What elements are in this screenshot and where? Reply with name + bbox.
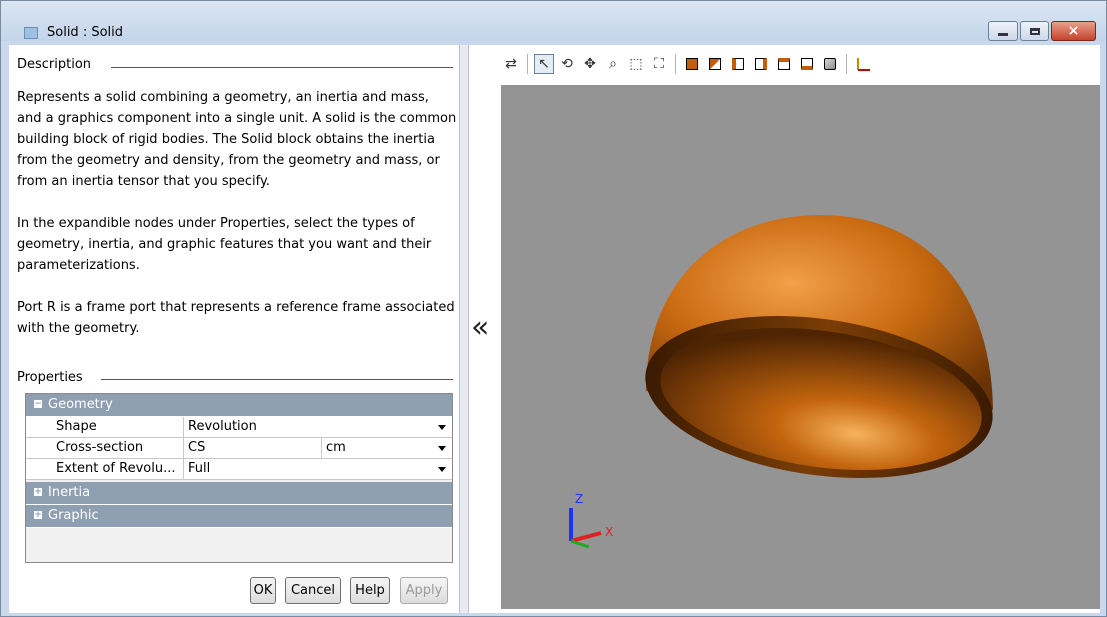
fit-to-view-icon[interactable]: ⛶: [649, 54, 669, 74]
property-name: Extent of Revolu...: [26, 459, 184, 479]
rotate-icon[interactable]: ⟲: [557, 54, 577, 74]
description-paragraph: Port R is a frame port that represents a…: [17, 300, 455, 336]
y-axis: [570, 539, 590, 549]
window-icon: [24, 27, 38, 39]
cross-section-field[interactable]: CS cm: [184, 438, 452, 458]
minimize-button[interactable]: [988, 21, 1018, 41]
close-icon: ×: [1067, 23, 1080, 39]
properties-tree: − Geometry Shape Revolution Cross-section…: [25, 393, 453, 563]
expand-icon[interactable]: +: [34, 487, 42, 496]
solid-dialog-window: Solid : Solid × Description Represents a…: [0, 0, 1107, 617]
zoom-icon[interactable]: ⌕: [603, 54, 623, 74]
minimize-icon: [998, 32, 1008, 36]
property-row-shape: Shape Revolution: [26, 417, 452, 438]
ok-button[interactable]: OK: [250, 577, 276, 604]
left-view-icon[interactable]: [728, 54, 748, 74]
description-group-label: Description: [17, 57, 96, 72]
isometric-view-icon[interactable]: [820, 54, 840, 74]
maximize-icon: [1029, 27, 1040, 35]
cancel-button[interactable]: Cancel: [285, 577, 341, 604]
property-value[interactable]: CS: [188, 438, 321, 458]
description-text: Represents a solid combining a geometry,…: [17, 87, 457, 360]
swap-icon[interactable]: ⇄: [501, 54, 521, 74]
top-view-icon[interactable]: [774, 54, 794, 74]
toolbar-separator: [675, 54, 676, 74]
graphic-label: Graphic: [48, 508, 99, 523]
axes-triad-icon[interactable]: [853, 54, 873, 74]
description-divider: [111, 67, 453, 68]
front-view-icon[interactable]: [682, 54, 702, 74]
axes-triad-icon-graphic: [857, 58, 870, 71]
parameters-panel: Description Represents a solid combining…: [9, 45, 459, 613]
collapse-panel-icon[interactable]: «: [471, 313, 489, 343]
title-bar: Solid : Solid ×: [1, 1, 1106, 41]
inertia-label: Inertia: [48, 485, 91, 500]
properties-divider: [101, 379, 453, 380]
select-pointer-icon[interactable]: ↖: [534, 54, 554, 74]
apply-button[interactable]: Apply: [400, 577, 448, 604]
inertia-section-header[interactable]: + Inertia: [26, 482, 452, 505]
graphic-section-header[interactable]: + Graphic: [26, 505, 452, 528]
help-button[interactable]: Help: [350, 577, 390, 604]
dialog-client-area: Description Represents a solid combining…: [9, 45, 1100, 613]
collapse-icon[interactable]: −: [34, 399, 42, 408]
right-view-icon[interactable]: [751, 54, 771, 74]
z-axis-label: Z: [575, 492, 583, 506]
3d-viewport[interactable]: Z X: [501, 85, 1100, 609]
property-name: Cross-section: [26, 438, 184, 458]
property-name: Shape: [26, 417, 184, 437]
property-value: Full: [188, 461, 211, 476]
description-paragraph: Represents a solid combining a geometry,…: [17, 90, 457, 189]
window-title: Solid : Solid: [47, 25, 124, 40]
close-button[interactable]: ×: [1051, 21, 1096, 41]
shape-dropdown[interactable]: Revolution: [184, 417, 452, 437]
property-value: Revolution: [188, 419, 257, 434]
viewport-canvas: Z X: [569, 215, 1003, 549]
bottom-view-icon[interactable]: [797, 54, 817, 74]
toolbar-separator: [527, 54, 528, 74]
geometry-section-header[interactable]: − Geometry: [26, 394, 452, 417]
x-axis-label: X: [605, 525, 613, 539]
x-axis: [570, 531, 602, 543]
back-view-icon[interactable]: [705, 54, 725, 74]
property-row-extent: Extent of Revolu... Full: [26, 459, 452, 480]
hemisphere-solid[interactable]: [635, 215, 1003, 499]
properties-group-label: Properties: [17, 370, 87, 385]
zoom-box-icon[interactable]: ⬚: [626, 54, 646, 74]
geometry-label: Geometry: [48, 397, 113, 412]
expand-icon[interactable]: +: [34, 510, 42, 519]
coordinate-triad: Z X: [569, 492, 613, 549]
property-row-cross-section: Cross-section CS cm: [26, 438, 452, 459]
panel-splitter[interactable]: [459, 45, 469, 613]
chevron-down-icon[interactable]: [438, 446, 446, 451]
maximize-button[interactable]: [1020, 21, 1049, 41]
extent-dropdown[interactable]: Full: [184, 459, 452, 479]
unit-dropdown[interactable]: cm: [321, 438, 452, 458]
toolbar-separator: [846, 54, 847, 74]
viewer-toolbar: ⇄ ↖ ⟲ ✥ ⌕ ⬚ ⛶: [501, 49, 1061, 79]
pan-icon[interactable]: ✥: [580, 54, 600, 74]
chevron-down-icon[interactable]: [438, 425, 446, 430]
description-paragraph: In the expandible nodes under Properties…: [17, 216, 432, 273]
chevron-down-icon[interactable]: [438, 467, 446, 472]
